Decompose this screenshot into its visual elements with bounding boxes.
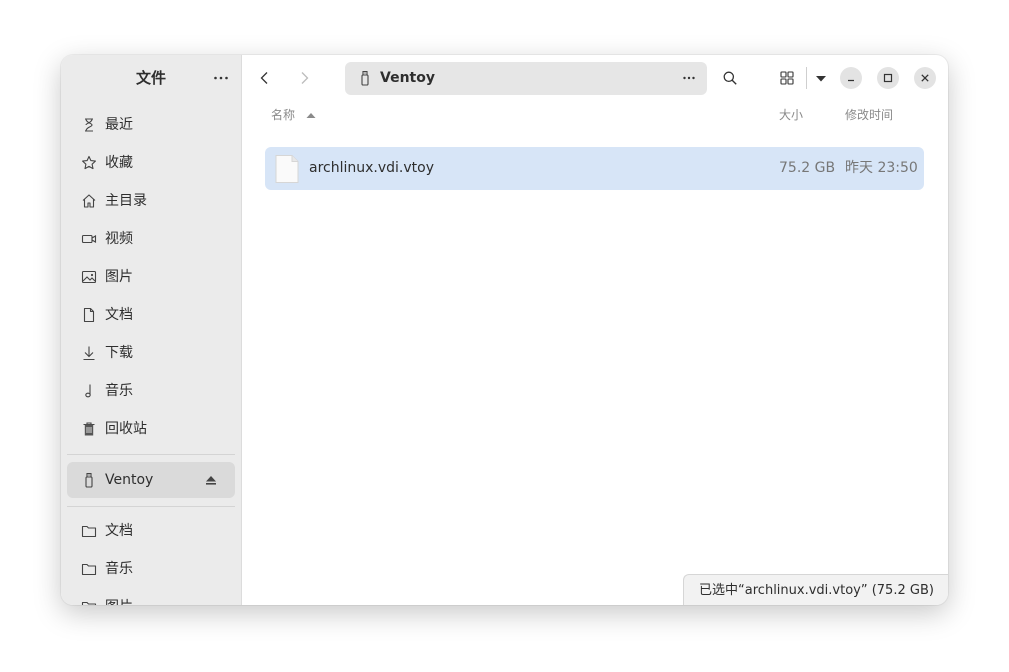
sidebar-item-starred[interactable]: 收藏 bbox=[67, 145, 235, 181]
chevron-left-icon bbox=[260, 72, 268, 84]
recent-icon bbox=[85, 118, 93, 132]
column-header-label: 名称 bbox=[271, 108, 296, 122]
star-icon bbox=[82, 155, 96, 170]
maximize-icon bbox=[883, 73, 893, 83]
file-icon bbox=[275, 155, 299, 183]
column-header-label: 大小 bbox=[779, 108, 804, 122]
status-text: 已选中“archlinux.vdi.vtoy” (75.2 GB) bbox=[699, 583, 934, 598]
view-separator bbox=[806, 67, 807, 89]
close-button[interactable] bbox=[914, 67, 936, 89]
sidebar-item-label: 音乐 bbox=[105, 561, 133, 577]
sort-ascending-icon bbox=[306, 113, 316, 118]
sidebar-item-label: 音乐 bbox=[105, 383, 133, 399]
folder-icon bbox=[81, 525, 97, 538]
usb-drive-icon bbox=[361, 70, 369, 86]
sidebar-item-label: Ventoy bbox=[105, 472, 154, 488]
sidebar-item-label: 文档 bbox=[105, 523, 133, 539]
file-size: 75.2 GB bbox=[779, 160, 836, 176]
file-name: archlinux.vdi.vtoy bbox=[309, 160, 434, 176]
download-icon bbox=[83, 346, 95, 361]
sidebar: 文件 最近 收藏 主目录 视频 图片 文档 下载 音乐 回收站 Ventoy 文… bbox=[61, 55, 242, 605]
minimize-button[interactable] bbox=[840, 67, 862, 89]
location-label: Ventoy bbox=[380, 70, 435, 86]
file-row[interactable]: archlinux.vdi.vtoy 75.2 GB 昨天 23:50 bbox=[265, 147, 924, 190]
search-icon bbox=[723, 71, 737, 85]
sidebar-item-recent[interactable]: 最近 bbox=[67, 107, 235, 143]
sidebar-menu-button[interactable] bbox=[207, 64, 235, 92]
image-icon bbox=[81, 270, 97, 284]
more-icon bbox=[214, 76, 228, 80]
sidebar-item-pictures[interactable]: 图片 bbox=[67, 259, 235, 295]
file-modified: 昨天 23:50 bbox=[845, 160, 918, 176]
status-bar: 已选中“archlinux.vdi.vtoy” (75.2 GB) bbox=[683, 574, 948, 605]
sidebar-item-label: 视频 bbox=[105, 231, 133, 247]
video-icon bbox=[81, 234, 97, 244]
column-header-size[interactable]: 大小 bbox=[779, 105, 803, 125]
back-button[interactable] bbox=[250, 63, 280, 93]
sidebar-item-label: 回收站 bbox=[105, 421, 147, 437]
sidebar-item-label: 收藏 bbox=[105, 155, 133, 171]
document-icon bbox=[83, 307, 95, 323]
sidebar-item-ventoy[interactable]: Ventoy bbox=[67, 462, 235, 498]
more-icon[interactable] bbox=[679, 68, 699, 88]
music-icon bbox=[85, 384, 91, 398]
eject-icon[interactable] bbox=[203, 472, 219, 488]
sidebar-item-downloads[interactable]: 下载 bbox=[67, 335, 235, 371]
sidebar-item-home[interactable]: 主目录 bbox=[67, 183, 235, 219]
usb-drive-icon bbox=[85, 472, 93, 488]
maximize-button[interactable] bbox=[877, 67, 899, 89]
trash-icon bbox=[83, 422, 95, 436]
sidebar-item-label: 文档 bbox=[105, 307, 133, 323]
sidebar-item-videos[interactable]: 视频 bbox=[67, 221, 235, 257]
column-header-label: 修改时间 bbox=[845, 108, 894, 122]
chevron-down-icon bbox=[816, 76, 826, 82]
sidebar-item-music[interactable]: 音乐 bbox=[67, 373, 235, 409]
file-manager-window: 文件 最近 收藏 主目录 视频 图片 文档 下载 音乐 回收站 Ventoy 文… bbox=[61, 55, 948, 605]
sidebar-item-bookmark-music[interactable]: 音乐 bbox=[67, 551, 235, 587]
column-header-modified[interactable]: 修改时间 bbox=[845, 105, 893, 125]
sidebar-separator bbox=[67, 506, 235, 507]
folder-icon bbox=[81, 563, 97, 576]
chevron-right-icon bbox=[301, 72, 309, 84]
sidebar-item-trash[interactable]: 回收站 bbox=[67, 411, 235, 447]
sidebar-item-label: 图片 bbox=[105, 589, 133, 605]
sidebar-item-bookmark-pictures[interactable]: 图片 bbox=[67, 589, 235, 605]
column-header-name[interactable]: 名称 bbox=[271, 105, 317, 125]
sidebar-item-label: 图片 bbox=[105, 269, 133, 285]
sidebar-item-label: 下载 bbox=[105, 345, 133, 361]
sidebar-item-label: 主目录 bbox=[105, 193, 147, 209]
minimize-icon bbox=[848, 79, 854, 82]
sidebar-item-documents[interactable]: 文档 bbox=[67, 297, 235, 333]
view-options-button[interactable] bbox=[809, 63, 833, 93]
search-button[interactable] bbox=[715, 63, 745, 93]
sidebar-item-bookmark-documents[interactable]: 文档 bbox=[67, 513, 235, 549]
view-mode-button[interactable] bbox=[772, 63, 802, 93]
home-icon bbox=[82, 194, 96, 208]
grid-view-icon bbox=[780, 71, 794, 85]
sidebar-item-label: 最近 bbox=[105, 117, 133, 133]
location-bar[interactable]: Ventoy bbox=[345, 62, 707, 95]
folder-icon bbox=[81, 601, 97, 605]
close-icon bbox=[921, 74, 929, 82]
forward-button[interactable] bbox=[289, 63, 319, 93]
sidebar-separator bbox=[67, 454, 235, 455]
header-bar: Ventoy bbox=[242, 55, 948, 101]
